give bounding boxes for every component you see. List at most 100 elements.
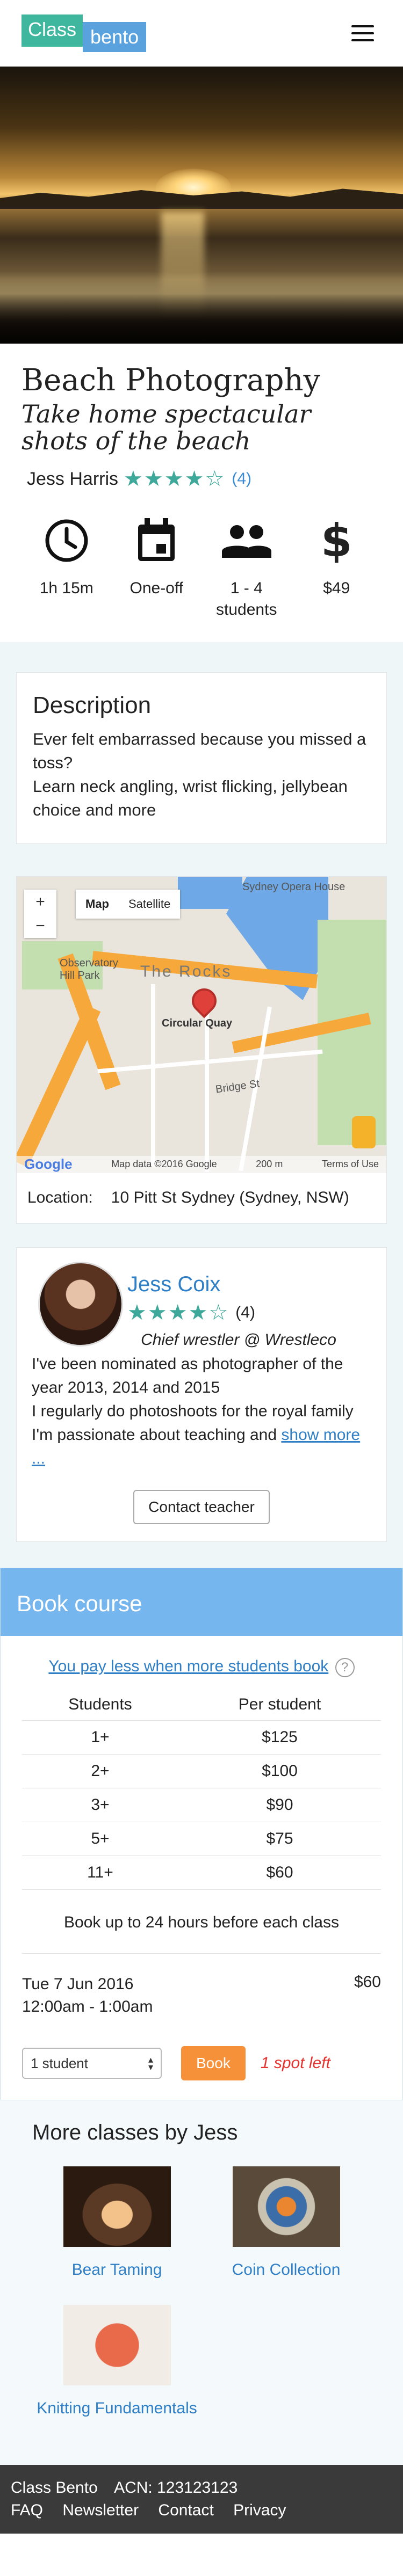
menu-icon[interactable] — [351, 25, 374, 41]
bio-teacher-name[interactable]: Jess Coix — [127, 1272, 371, 1297]
map-type-satellite[interactable]: Satellite — [119, 890, 180, 919]
street-view-pegman-icon[interactable] — [352, 1116, 376, 1148]
price-table-header-students: Students — [22, 1689, 178, 1721]
map-data-credit: Map data ©2016 Google — [111, 1158, 217, 1169]
class-thumbnail[interactable] — [63, 2166, 171, 2247]
dollar-icon: $ — [321, 514, 352, 567]
bio-line-3: I'm passionate about teaching and — [32, 1426, 282, 1444]
location-value: 10 Pitt St Sydney (Sydney, NSW) — [111, 1189, 349, 1206]
teacher-name[interactable]: Jess Harris — [27, 469, 118, 490]
students-cell: 2+ — [22, 1754, 178, 1788]
bio-line-2: I regularly do photoshoots for the royal… — [32, 1402, 354, 1420]
location-map[interactable]: + − Map Satellite Sydney Opera House The … — [17, 877, 386, 1172]
table-row: 5+ $75 — [22, 1822, 381, 1856]
students-cell: 3+ — [22, 1788, 178, 1822]
group-discount-link[interactable]: You pay less when more students book — [48, 1657, 328, 1675]
session-time: 12:00am - 1:00am — [22, 1998, 153, 2015]
more-class-item[interactable]: Knitting Fundamentals — [32, 2305, 202, 2420]
map-pin-icon[interactable] — [186, 983, 222, 1018]
price-cell: $125 — [178, 1720, 381, 1755]
logo-part-bento: bento — [83, 21, 147, 52]
booking-card: Book course You pay less when more stude… — [0, 1568, 403, 2100]
bio-star-rating-icon: ★★★★☆ — [127, 1301, 229, 1325]
map-label-observatory: Observatory Hill Park — [60, 957, 118, 981]
header: Class bento — [0, 0, 403, 67]
more-classes-heading: More classes by Jess — [32, 2121, 238, 2144]
description-text-2: Learn neck angling, wrist flicking, jell… — [33, 777, 348, 819]
class-thumbnail[interactable] — [232, 2166, 340, 2247]
help-icon[interactable]: ? — [335, 1658, 355, 1677]
teacher-bio-card: Jess Coix ★★★★☆ (4) Chief wrestler @ Wre… — [16, 1247, 387, 1542]
session-date: Tue 7 Jun 2016 — [22, 1975, 134, 1993]
book-button[interactable]: Book — [181, 2046, 246, 2080]
more-class-label[interactable]: Knitting Fundamentals — [32, 2397, 202, 2420]
fact-frequency: One-off — [112, 516, 202, 621]
description-card: Description Ever felt embarrassed becaus… — [16, 672, 387, 844]
menu-icon-bar — [351, 39, 374, 41]
logo[interactable]: Class bento — [21, 14, 156, 52]
fact-price: $ $49 — [292, 516, 382, 621]
contact-teacher-button[interactable]: Contact teacher — [133, 1490, 270, 1524]
location-label: Location: — [27, 1189, 93, 1206]
map-label-rocks: The Rocks — [140, 963, 232, 980]
price-cell: $60 — [178, 1855, 381, 1890]
table-row: 1+ $125 — [22, 1720, 381, 1755]
table-row: 2+ $100 — [22, 1754, 381, 1788]
more-class-item[interactable]: Bear Taming — [32, 2166, 202, 2281]
student-count-value: 1 student — [31, 2055, 88, 2071]
student-count-select[interactable]: 1 student ▴ ▾ — [22, 2048, 162, 2079]
map-zoom-control[interactable]: + − — [24, 890, 56, 938]
booking-heading: Book course — [1, 1568, 402, 1636]
logo-part-class: Class — [21, 14, 83, 47]
map-label-quay: Circular Quay — [162, 1017, 233, 1029]
menu-icon-bar — [351, 25, 374, 27]
teacher-avatar[interactable] — [38, 1262, 123, 1347]
students-cell: 5+ — [22, 1822, 178, 1856]
map-terms-link[interactable]: Terms of Use — [322, 1159, 379, 1170]
fact-frequency-text: One-off — [129, 579, 183, 597]
footer-link-newsletter[interactable]: Newsletter — [62, 2501, 139, 2519]
calendar-icon — [112, 516, 202, 565]
footer-link-privacy[interactable]: Privacy — [233, 2501, 286, 2519]
price-table: Students Per student 1+ $125 2+ $100 3+ $90… — [22, 1689, 381, 1890]
fact-class-size-text: 1 - 4 students — [216, 579, 277, 618]
group-discount-row: You pay less when more students book ? — [22, 1657, 381, 1677]
google-logo: Google — [24, 1155, 73, 1172]
footer-acn: ACN: 123123123 — [114, 2479, 238, 2497]
price-cell: $100 — [178, 1754, 381, 1788]
fact-class-size: 1 - 4 students — [202, 516, 292, 621]
footer-link-faq[interactable]: FAQ — [11, 2501, 43, 2519]
map-type-toggle[interactable]: Map Satellite — [76, 890, 181, 919]
bio-role: Chief wrestler @ Wrestleco — [141, 1331, 336, 1349]
class-thumbnail[interactable] — [63, 2305, 171, 2385]
more-classes-section: More classes by Jess Bear Taming Coin Co… — [0, 2100, 403, 2465]
more-class-label[interactable]: Bear Taming — [32, 2259, 202, 2281]
map-type-map[interactable]: Map — [76, 890, 119, 919]
fact-duration-text: 1h 15m — [39, 579, 93, 597]
fact-price-text: $49 — [323, 579, 350, 597]
select-arrows-icon: ▴ ▾ — [148, 2054, 153, 2072]
booking-notice: Book up to 24 hours before each class — [22, 1890, 381, 1954]
description-heading: Description — [33, 692, 152, 718]
map-footer: Google Map data ©2016 Google 200 m Terms… — [17, 1156, 386, 1172]
session-price: $60 — [354, 1973, 381, 1991]
map-label-opera: Sydney Opera House — [242, 881, 346, 893]
zoom-in-icon[interactable]: + — [35, 893, 45, 911]
clock-icon — [21, 516, 112, 565]
students-cell: 11+ — [22, 1855, 178, 1890]
course-subtitle: Take home spectacular shots of the beach — [21, 399, 311, 455]
fact-duration: 1h 15m — [21, 516, 112, 621]
description-text-1: Ever felt embarrassed because you missed… — [33, 730, 366, 772]
more-class-item[interactable]: Coin Collection — [202, 2166, 371, 2281]
footer: Class Bento ACN: 123123123 FAQ Newslette… — [0, 2465, 403, 2534]
zoom-out-icon[interactable]: − — [35, 917, 45, 935]
students-cell: 1+ — [22, 1720, 178, 1755]
footer-link-contact[interactable]: Contact — [158, 2501, 213, 2519]
table-row: 3+ $90 — [22, 1788, 381, 1822]
more-class-label[interactable]: Coin Collection — [202, 2259, 371, 2281]
details-section: Description Ever felt embarrassed becaus… — [0, 642, 403, 1568]
location-row: Location: 10 Pitt St Sydney (Sydney, NSW… — [17, 1172, 386, 1223]
course-facts: 1h 15m One-off 1 - 4 students $ $49 — [0, 490, 403, 642]
rating-count[interactable]: (4) — [232, 470, 251, 488]
footer-company: Class Bento — [11, 2479, 98, 2497]
